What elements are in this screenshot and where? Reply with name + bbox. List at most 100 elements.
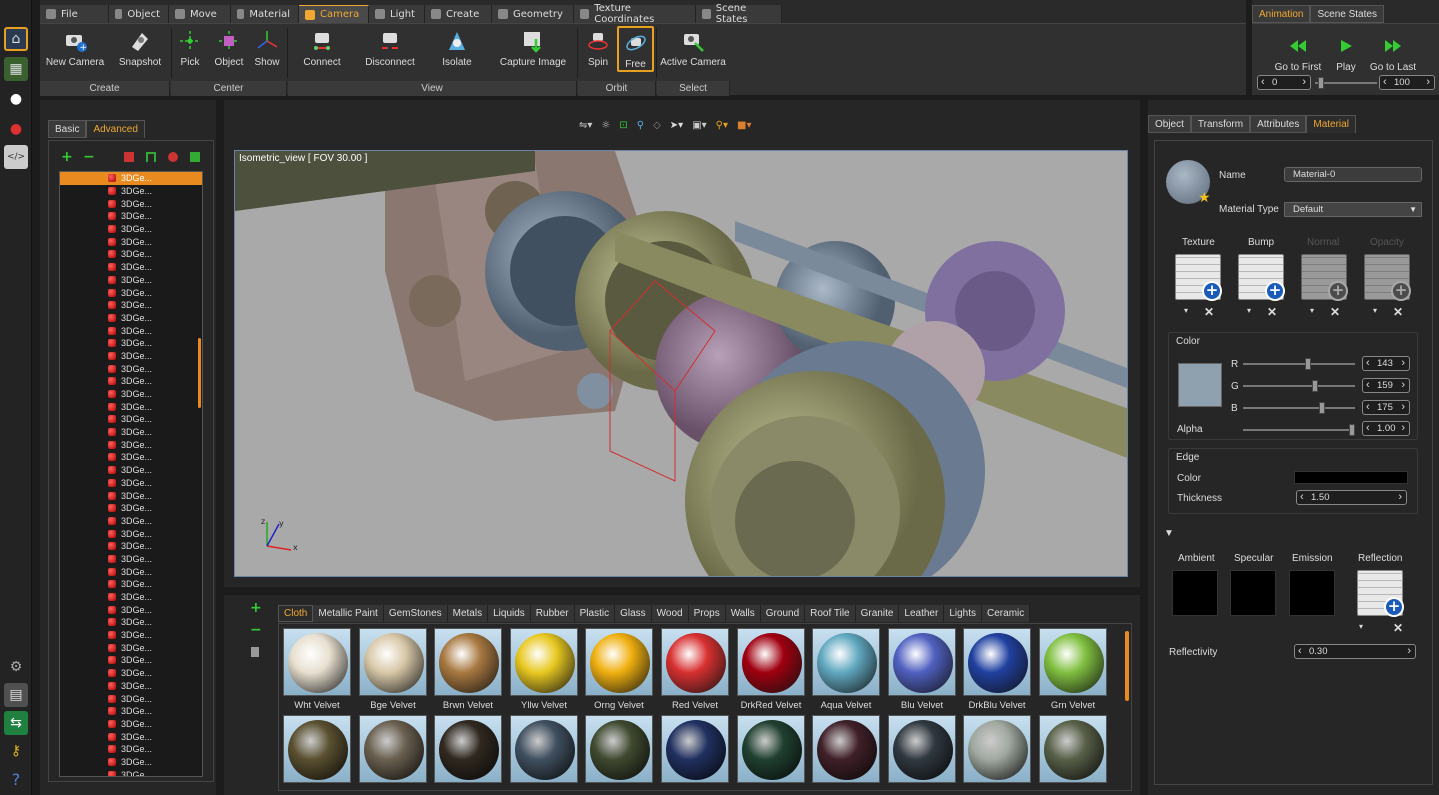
tab-camera[interactable]: Camera: [299, 5, 369, 23]
material-swatch[interactable]: [585, 715, 653, 783]
remove-icon[interactable]: −: [83, 149, 95, 165]
code-icon[interactable]: </>: [4, 145, 28, 169]
view-mode-icon[interactable]: ⇋▾: [579, 120, 592, 131]
material-swatch[interactable]: [812, 715, 880, 783]
tab-texture-coordinates[interactable]: Texture Coordinates: [574, 3, 696, 25]
center-object-button[interactable]: Object: [212, 26, 246, 72]
tree-item[interactable]: 3DGe...: [60, 324, 202, 337]
color-swatch[interactable]: [1178, 363, 1222, 407]
remove-material-icon[interactable]: −: [250, 622, 262, 638]
go-to-last-button[interactable]: Go to Last: [1368, 34, 1418, 80]
emission-swatch[interactable]: [1289, 570, 1335, 616]
tree-item[interactable]: 3DGe...: [60, 540, 202, 553]
g-input[interactable]: 159: [1362, 378, 1410, 393]
material-tab-leather[interactable]: Leather: [899, 605, 945, 622]
tree-item[interactable]: 3DGe...: [60, 768, 202, 776]
tree-item[interactable]: 3DGe...: [60, 299, 202, 312]
end-frame-input[interactable]: 100: [1379, 75, 1435, 90]
tree-item[interactable]: 3DGe...: [60, 641, 202, 654]
sphere-icon[interactable]: ●: [4, 87, 28, 111]
free-orbit-button[interactable]: Free: [617, 26, 654, 72]
tree-item[interactable]: 3DGe...: [60, 730, 202, 743]
zoom-icon[interactable]: ⚲: [637, 120, 644, 131]
material-swatch[interactable]: [1039, 628, 1107, 696]
reflection-clear-icon[interactable]: ✕: [1393, 621, 1403, 635]
tree-item[interactable]: 3DGe...: [60, 451, 202, 464]
material-swatch[interactable]: [963, 628, 1031, 696]
material-tab-gemstones[interactable]: GemStones: [383, 605, 448, 622]
start-frame-input[interactable]: 0: [1257, 75, 1311, 90]
connect-button[interactable]: Connect: [298, 26, 346, 72]
material-tab-roof-tile[interactable]: Roof Tile: [805, 605, 856, 622]
material-tab-walls[interactable]: Walls: [725, 605, 761, 622]
texture-dropdown-icon[interactable]: ▾: [1184, 306, 1188, 315]
material-tab-lights[interactable]: Lights: [944, 605, 983, 622]
tab-light[interactable]: Light: [369, 5, 425, 23]
material-swatch[interactable]: [283, 715, 351, 783]
scene-tree[interactable]: 3DGe... 3DGe... 3DGe... 3DGe... 3DGe... 3DGe.…: [59, 171, 203, 777]
normal-clear-icon[interactable]: ✕: [1330, 305, 1340, 319]
3d-viewport[interactable]: Isometric_view [ FOV 30.00 ] z y x: [234, 150, 1128, 577]
material-tab-glass[interactable]: Glass: [615, 605, 652, 622]
tab-anim-scene-states[interactable]: Scene States: [1310, 5, 1384, 23]
material-swatch[interactable]: [434, 715, 502, 783]
material-swatch[interactable]: [737, 628, 805, 696]
edge-color-swatch[interactable]: [1294, 471, 1408, 484]
material-tab-liquids[interactable]: Liquids: [488, 605, 531, 622]
tab-transform[interactable]: Transform: [1190, 115, 1251, 133]
tree-item[interactable]: 3DGe...: [60, 210, 202, 223]
tree-item[interactable]: 3DGe...: [60, 286, 202, 299]
material-type-select[interactable]: Default ▼: [1284, 202, 1422, 217]
tree-item[interactable]: 3DGe...: [60, 553, 202, 566]
b-slider[interactable]: [1243, 402, 1355, 414]
tree-item[interactable]: 3DGe...: [60, 629, 202, 642]
new-camera-button[interactable]: + New Camera: [45, 26, 105, 72]
b-input[interactable]: 175: [1362, 400, 1410, 415]
tab-object[interactable]: Object: [109, 5, 169, 23]
tree-item[interactable]: 3DGe...: [60, 464, 202, 477]
tree-item[interactable]: 3DGe...: [60, 743, 202, 756]
box-icon[interactable]: ■▾: [737, 120, 751, 131]
r-slider-thumb[interactable]: [1305, 358, 1311, 370]
material-swatch[interactable]: [888, 628, 956, 696]
tree-item[interactable]: 3DGe...: [60, 426, 202, 439]
tree-item[interactable]: 3DGe...: [60, 375, 202, 388]
material-tab-metals[interactable]: Metals: [447, 605, 489, 622]
tree-item[interactable]: 3DGe...: [60, 172, 202, 185]
settings-icon[interactable]: ⚙: [4, 655, 28, 679]
light-icon[interactable]: ●: [4, 117, 28, 141]
material-swatch[interactable]: [963, 715, 1031, 783]
capture-image-button[interactable]: Capture Image: [497, 26, 569, 72]
help-icon[interactable]: ?: [4, 767, 28, 791]
r-slider[interactable]: [1243, 358, 1355, 370]
tree-item[interactable]: 3DGe...: [60, 185, 202, 198]
magnify-icon[interactable]: ⚲▾: [716, 120, 728, 131]
material-swatch[interactable]: [661, 715, 729, 783]
tree-item[interactable]: 3DGe...: [60, 400, 202, 413]
bump-map-slot[interactable]: +: [1238, 254, 1285, 301]
tree-item[interactable]: 3DGe...: [60, 603, 202, 616]
expand-icon[interactable]: [190, 152, 200, 162]
tree-item[interactable]: 3DGe...: [60, 337, 202, 350]
material-tab-wood[interactable]: Wood: [651, 605, 689, 622]
tree-item[interactable]: 3DGe...: [60, 350, 202, 363]
merge-icon[interactable]: [168, 152, 178, 162]
add-material-icon[interactable]: +: [250, 600, 262, 616]
tree-item[interactable]: 3DGe...: [60, 667, 202, 680]
pick-button[interactable]: Pick: [177, 26, 203, 72]
r-input[interactable]: 143: [1362, 356, 1410, 371]
material-swatch[interactable]: [510, 715, 578, 783]
tree-item[interactable]: 3DGe...: [60, 362, 202, 375]
isolate-button[interactable]: Isolate: [440, 26, 474, 72]
key-icon[interactable]: ⚷: [4, 739, 28, 763]
tab-geometry[interactable]: Geometry: [492, 5, 574, 23]
tree-item[interactable]: 3DGe...: [60, 527, 202, 540]
normal-map-slot[interactable]: +: [1301, 254, 1348, 301]
alpha-slider-thumb[interactable]: [1349, 424, 1355, 436]
snapshot-button[interactable]: Snapshot: [116, 26, 164, 72]
scene-tool-icon[interactable]: ⌂: [4, 27, 28, 51]
tree-item[interactable]: 3DGe...: [60, 248, 202, 261]
material-swatch[interactable]: [283, 628, 351, 696]
alpha-slider[interactable]: [1243, 424, 1355, 436]
screen-icon[interactable]: ▣▾: [692, 120, 706, 131]
